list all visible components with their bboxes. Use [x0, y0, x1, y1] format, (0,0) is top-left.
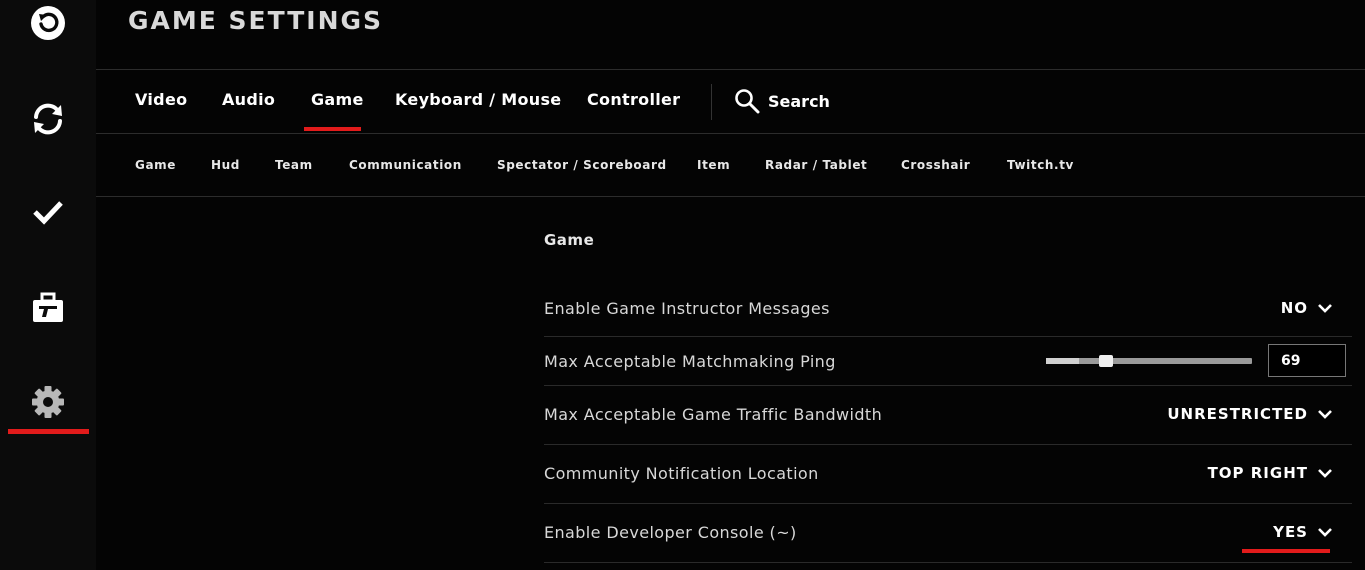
tab-bar: Video Audio Game Keyboard / Mouse Contro…: [96, 70, 1365, 134]
dropdown-value: UNRESTRICTED: [1167, 405, 1308, 423]
ping-slider[interactable]: [1046, 355, 1252, 367]
subtab-item[interactable]: Item: [697, 158, 730, 172]
tab-divider: [711, 84, 712, 120]
refresh-button[interactable]: [0, 79, 96, 159]
main-panel: GAME SETTINGS Video Audio Game Keyboard …: [96, 0, 1365, 570]
slider-fill: [1046, 358, 1079, 364]
tab-video[interactable]: Video: [135, 90, 187, 109]
ping-value-input[interactable]: [1268, 344, 1346, 377]
tab-game[interactable]: Game: [311, 90, 364, 109]
bandwidth-dropdown[interactable]: UNRESTRICTED: [1167, 405, 1332, 423]
setting-row: Max Acceptable Game Traffic Bandwidth UN…: [544, 387, 1352, 445]
search-label: Search: [768, 91, 830, 111]
setting-label: Enable Developer Console (~): [544, 523, 797, 542]
setting-row: Community Notification Location TOP RIGH…: [544, 446, 1352, 504]
setting-label: Max Acceptable Game Traffic Bandwidth: [544, 405, 883, 424]
checkmark-button[interactable]: [0, 172, 96, 252]
setting-label: Enable Game Instructor Messages: [544, 299, 830, 318]
chevron-down-icon: [1318, 528, 1332, 537]
subtab-spectator-scoreboard[interactable]: Spectator / Scoreboard: [497, 158, 667, 172]
slider-thumb[interactable]: [1099, 355, 1113, 367]
back-icon: [31, 6, 65, 40]
briefcase-icon: [33, 292, 63, 322]
setting-row: Max Acceptable Matchmaking Ping: [544, 338, 1352, 386]
active-tab-indicator: [304, 127, 361, 131]
subtab-team[interactable]: Team: [275, 158, 313, 172]
gear-icon: [32, 386, 64, 418]
setting-label: Community Notification Location: [544, 464, 819, 483]
setting-row: Enable Game Instructor Messages NO: [544, 285, 1352, 337]
header: GAME SETTINGS: [96, 0, 1365, 70]
subtab-crosshair[interactable]: Crosshair: [901, 158, 970, 172]
subtab-hud[interactable]: Hud: [211, 158, 240, 172]
checkmark-icon: [33, 201, 63, 225]
tab-controller[interactable]: Controller: [587, 90, 680, 109]
chevron-down-icon: [1318, 304, 1332, 313]
search-icon: [735, 89, 760, 114]
inventory-button[interactable]: [0, 268, 96, 348]
active-indicator: [8, 429, 89, 434]
page-title: GAME SETTINGS: [128, 6, 384, 35]
developer-console-dropdown[interactable]: YES: [1273, 523, 1332, 541]
notification-location-dropdown[interactable]: TOP RIGHT: [1208, 464, 1332, 482]
dropdown-value: NO: [1280, 299, 1308, 317]
sidebar: [0, 0, 96, 570]
refresh-icon: [34, 103, 62, 135]
chevron-down-icon: [1318, 469, 1332, 478]
subtab-radar-tablet[interactable]: Radar / Tablet: [765, 158, 867, 172]
subtab-bar: Game Hud Team Communication Spectator / …: [96, 135, 1365, 197]
subtab-communication[interactable]: Communication: [349, 158, 462, 172]
setting-row: Enable Developer Console (~) YES: [544, 505, 1352, 563]
dropdown-value: YES: [1273, 523, 1308, 541]
tab-keyboard-mouse[interactable]: Keyboard / Mouse: [395, 90, 561, 109]
setting-label: Max Acceptable Matchmaking Ping: [544, 352, 836, 371]
subtab-twitch[interactable]: Twitch.tv: [1007, 158, 1074, 172]
search-button[interactable]: Search: [734, 88, 830, 114]
section-title: Game: [544, 231, 595, 249]
instructor-messages-dropdown[interactable]: NO: [1281, 299, 1332, 317]
subtab-game[interactable]: Game: [135, 158, 176, 172]
chevron-down-icon: [1318, 410, 1332, 419]
dropdown-value: TOP RIGHT: [1207, 464, 1308, 482]
highlight-underline: [1242, 549, 1330, 553]
back-button[interactable]: [0, 0, 96, 63]
tab-audio[interactable]: Audio: [222, 90, 275, 109]
